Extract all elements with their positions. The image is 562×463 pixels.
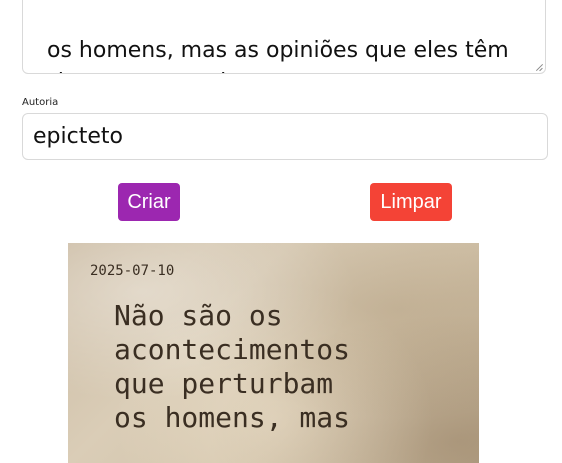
quote-textarea[interactable]: os homens, mas as opiniões que eles têm … [22, 0, 546, 74]
card-quote-text: Não são os acontecimentos que perturbam … [114, 299, 351, 434]
create-button[interactable]: Criar [118, 183, 180, 221]
author-label: Autoria [22, 97, 59, 108]
clear-button[interactable]: Limpar [370, 183, 452, 221]
resize-grip-icon[interactable] [535, 63, 543, 71]
author-input[interactable]: epicteto [22, 113, 548, 160]
quote-card-image: 2025-07-10 Não são os acontecimentos que… [68, 243, 479, 463]
quote-textarea-text: os homens, mas as opiniões que eles têm … [33, 38, 509, 73]
card-date: 2025-07-10 [90, 263, 175, 279]
author-input-value: epicteto [33, 124, 123, 149]
